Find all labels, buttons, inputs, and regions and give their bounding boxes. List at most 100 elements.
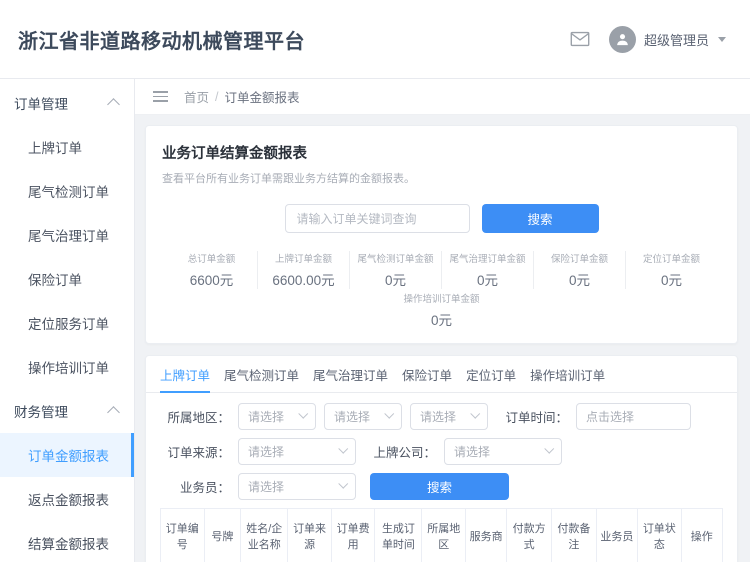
tab-license-order[interactable]: 上牌订单: [160, 365, 211, 393]
order-table-head: 订单编号 号牌 姓名/企业名称 订单来源 订单费用 生成订单时间 所属地区 服务…: [160, 508, 724, 562]
region-city-select[interactable]: 请选择: [324, 403, 402, 430]
region-district-select[interactable]: 请选择: [410, 403, 488, 430]
salesman-select[interactable]: 请选择: [238, 473, 356, 500]
breadcrumb-separator: /: [215, 89, 219, 104]
user-name-label: 超级管理员: [643, 32, 709, 48]
top-header: 浙江省非道路移动机械管理平台 超级管理员: [0, 0, 750, 79]
select-value: 请选择: [248, 410, 285, 424]
search-button[interactable]: 搜索: [481, 204, 599, 233]
col-provider: 服务商: [465, 508, 508, 562]
col-action: 操作: [681, 508, 724, 562]
col-pay-method: 付款方式: [506, 508, 553, 562]
filter-row-salesman-search: 业务员： 请选择 搜索: [160, 473, 723, 500]
stat-emission-test-amount: 尾气检测订单金额 0元: [350, 251, 442, 289]
chevron-down-icon: [384, 409, 394, 419]
breadcrumb: 首页 / 订单金额报表: [184, 87, 300, 106]
col-salesman: 业务员: [596, 508, 639, 562]
stat-value: 6600元: [189, 273, 234, 288]
stat-value: 0元: [568, 273, 590, 288]
stat-license-amount: 上牌订单金额 6600.00元: [258, 251, 350, 289]
col-plate: 号牌: [204, 508, 242, 562]
sidebar-item-settlement-amount-report[interactable]: 结算金额报表: [0, 521, 134, 562]
stat-value: 6600.00元: [272, 273, 335, 288]
order-source-select[interactable]: 请选择: [238, 438, 356, 465]
region-province-select[interactable]: 请选择: [238, 403, 316, 430]
envelope-icon[interactable]: [569, 28, 591, 50]
tab-location-order[interactable]: 定位订单: [466, 365, 516, 393]
stat-value: 0元: [384, 273, 406, 288]
select-value: 请选择: [248, 480, 285, 494]
sidebar-item-training-order[interactable]: 操作培训订单: [0, 345, 134, 389]
sidebar-group-finance-management[interactable]: 财务管理: [0, 389, 134, 433]
select-value: 请选择: [334, 410, 371, 424]
order-table: 订单编号 号牌 姓名/企业名称 订单来源 订单费用 生成订单时间 所属地区 服务…: [160, 508, 724, 562]
sidebar-item-order-amount-report[interactable]: 订单金额报表: [0, 433, 134, 477]
tab-label: 尾气治理订单: [313, 369, 389, 383]
col-order-status: 订单状态: [637, 508, 682, 562]
sidebar-group-label: 订单管理: [14, 97, 68, 112]
chevron-down-icon: [338, 444, 348, 454]
select-value: 请选择: [420, 410, 457, 424]
tab-label: 定位订单: [466, 369, 517, 383]
tab-label: 尾气检测订单: [224, 369, 300, 383]
hamburger-icon[interactable]: [153, 91, 168, 102]
sidebar-item-label: 操作培训订单: [28, 361, 109, 376]
stat-training-amount: 操作培训订单金额 0元: [162, 291, 721, 329]
tab-label: 操作培训订单: [530, 369, 606, 383]
order-source-filter-label: 订单来源：: [167, 446, 230, 460]
chevron-up-icon: [107, 406, 120, 419]
sidebar-item-label: 订单金额报表: [28, 449, 109, 464]
filter-search-button[interactable]: 搜索: [370, 473, 509, 500]
chevron-down-icon: [470, 409, 480, 419]
order-list-card: 上牌订单 尾气检测订单 尾气治理订单 保险订单 定位订单 操作培训订单 所属地区…: [145, 355, 738, 562]
stat-label: 尾气治理订单金额: [449, 254, 526, 265]
content-scroll-area: 业务订单结算金额报表 查看平台所有业务订单需跟业务方结算的金额报表。 搜索 总订…: [135, 115, 750, 562]
sidebar-item-license-order[interactable]: 上牌订单: [0, 125, 134, 169]
stat-emission-treatment-amount: 尾气治理订单金额 0元: [442, 251, 534, 289]
col-region: 所属地区: [421, 508, 467, 562]
tab-emission-test-order[interactable]: 尾气检测订单: [224, 365, 299, 393]
chevron-down-icon: [718, 36, 726, 42]
tab-training-order[interactable]: 操作培训订单: [530, 365, 605, 393]
sidebar-item-label: 定位服务订单: [28, 317, 109, 332]
stat-value: 0元: [660, 273, 682, 288]
stat-label: 上牌订单金额: [274, 254, 332, 265]
filter-form: 所属地区： 请选择 请选择 请选择 订单时间： 点击选择 订单来源： 请选择 上…: [146, 393, 737, 508]
col-fee: 订单费用: [331, 508, 376, 562]
tab-insurance-order[interactable]: 保险订单: [402, 365, 452, 393]
sidebar-group-label: 财务管理: [14, 405, 68, 420]
sidebar-item-emission-treatment-order[interactable]: 尾气治理订单: [0, 213, 134, 257]
date-placeholder: 点击选择: [586, 410, 635, 424]
app-brand-title: 浙江省非道路移动机械管理平台: [18, 30, 305, 53]
sidebar-item-emission-test-order[interactable]: 尾气检测订单: [0, 169, 134, 213]
col-source: 订单来源: [287, 508, 332, 562]
breadcrumb-current: 订单金额报表: [224, 91, 300, 105]
sidebar-item-label: 上牌订单: [28, 141, 82, 156]
filter-row-region-time: 所属地区： 请选择 请选择 请选择 订单时间： 点击选择: [160, 403, 723, 430]
breadcrumb-home[interactable]: 首页: [184, 87, 209, 106]
sidebar-item-rebate-amount-report[interactable]: 返点金额报表: [0, 477, 134, 521]
chevron-up-icon: [107, 98, 120, 111]
tab-emission-treatment-order[interactable]: 尾气治理订单: [313, 365, 388, 393]
sidebar-item-location-service-order[interactable]: 定位服务订单: [0, 301, 134, 345]
sidebar-item-label: 尾气治理订单: [28, 229, 109, 244]
search-input[interactable]: [284, 204, 470, 233]
app-root: 浙江省非道路移动机械管理平台 超级管理员 订单管理 上牌订单 尾气检测订单 尾气…: [0, 0, 750, 562]
tab-label: 保险订单: [402, 369, 453, 383]
order-time-picker[interactable]: 点击选择: [576, 403, 691, 430]
stat-label: 尾气检测订单金额: [357, 254, 434, 265]
avatar: [608, 25, 636, 53]
select-value: 请选择: [248, 445, 285, 459]
select-value: 请选择: [454, 445, 491, 459]
license-company-select[interactable]: 请选择: [444, 438, 562, 465]
stat-location-amount: 定位订单金额 0元: [626, 251, 717, 289]
stat-label: 保险订单金额: [550, 254, 608, 265]
sidebar-item-label: 尾气检测订单: [28, 185, 109, 200]
sidebar-group-order-management[interactable]: 订单管理: [0, 81, 134, 125]
salesman-filter-label: 业务员：: [179, 481, 230, 495]
sidebar-item-insurance-order[interactable]: 保险订单: [0, 257, 134, 301]
page-subtitle: 查看平台所有业务订单需跟业务方结算的金额报表。: [162, 173, 415, 185]
header-actions: 超级管理员: [569, 25, 726, 53]
sidebar-item-label: 返点金额报表: [28, 493, 109, 508]
user-menu[interactable]: 超级管理员: [608, 25, 726, 53]
